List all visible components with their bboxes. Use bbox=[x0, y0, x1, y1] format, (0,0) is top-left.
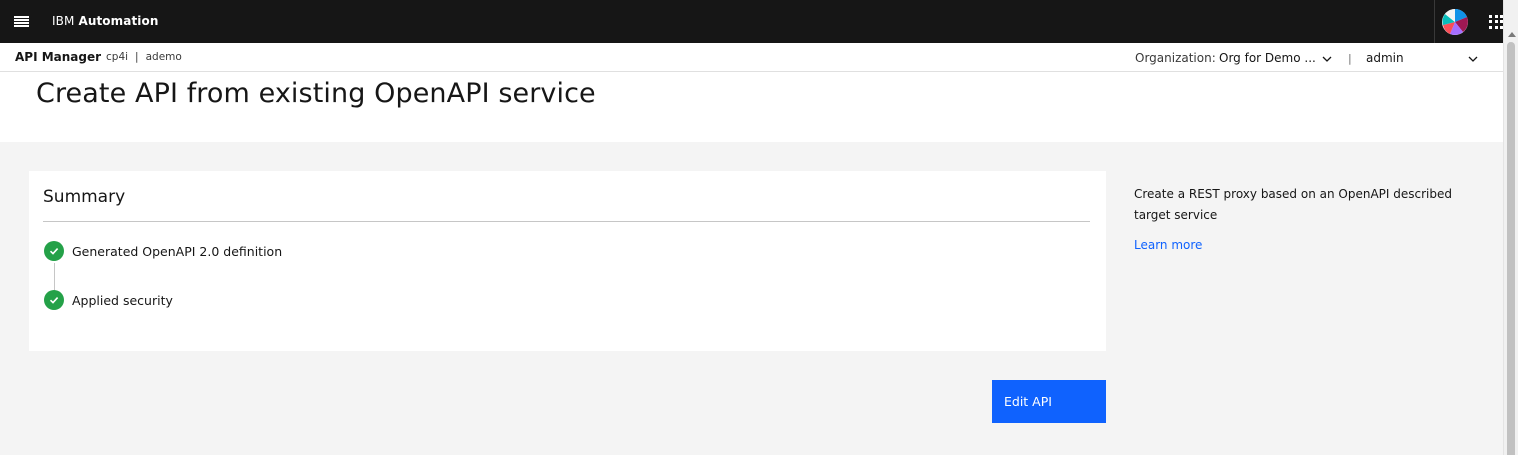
header-divider: | bbox=[1348, 52, 1352, 65]
context-breadcrumb: cp4i | ademo bbox=[106, 43, 182, 72]
learn-more-link[interactable]: Learn more bbox=[1134, 238, 1202, 252]
summary-step-label: Generated OpenAPI 2.0 definition bbox=[72, 243, 283, 259]
checkmark-filled-icon bbox=[44, 290, 64, 310]
app-switcher-icon bbox=[1489, 14, 1503, 29]
hamburger-menu-icon bbox=[14, 15, 29, 28]
summary-card: Summary Generated OpenAPI 2.0 definition… bbox=[29, 171, 1106, 351]
summary-step: Generated OpenAPI 2.0 definition bbox=[44, 241, 282, 261]
scrollbar-thumb[interactable] bbox=[1507, 42, 1515, 455]
user-avatar-button[interactable] bbox=[1434, 0, 1474, 43]
shell-header: IBM Automation bbox=[0, 0, 1518, 43]
hamburger-menu-button[interactable] bbox=[0, 0, 43, 43]
summary-step-label: Applied security bbox=[72, 292, 173, 308]
context-catalog: cp4i bbox=[106, 51, 129, 63]
step-connector bbox=[53, 263, 55, 291]
app-name[interactable]: API Manager bbox=[15, 43, 101, 72]
summary-step: Applied security bbox=[44, 290, 173, 310]
vertical-scrollbar[interactable] bbox=[1503, 0, 1518, 455]
summary-title: Summary bbox=[43, 187, 126, 207]
main-content: Summary Generated OpenAPI 2.0 definition… bbox=[0, 142, 1503, 455]
context-separator: | bbox=[135, 51, 139, 63]
user-dropdown[interactable]: admin bbox=[1366, 43, 1404, 74]
brand-name: Automation bbox=[78, 14, 159, 28]
brand-prefix: IBM bbox=[52, 14, 75, 28]
chevron-down-icon[interactable] bbox=[1467, 53, 1479, 65]
summary-divider bbox=[43, 221, 1090, 222]
scroll-up-arrow-icon[interactable] bbox=[1508, 32, 1516, 37]
organization-dropdown[interactable]: Org for Demo ... bbox=[1219, 43, 1316, 74]
product-name[interactable]: IBM Automation bbox=[52, 0, 159, 43]
edit-api-button[interactable]: Edit API bbox=[992, 380, 1106, 423]
organization-label: Organization: bbox=[1135, 51, 1216, 65]
context-org: ademo bbox=[145, 51, 182, 63]
checkmark-filled-icon bbox=[44, 241, 64, 261]
chevron-down-icon[interactable] bbox=[1321, 53, 1333, 65]
help-description: Create a REST proxy based on an OpenAPI … bbox=[1134, 187, 1452, 222]
page-title: Create API from existing OpenAPI service bbox=[36, 78, 596, 109]
sub-header: API Manager cp4i | ademo Organization: Org… bbox=[0, 43, 1503, 72]
page-header: Create API from existing OpenAPI service bbox=[0, 72, 1503, 142]
user-avatar-icon bbox=[1441, 8, 1468, 35]
